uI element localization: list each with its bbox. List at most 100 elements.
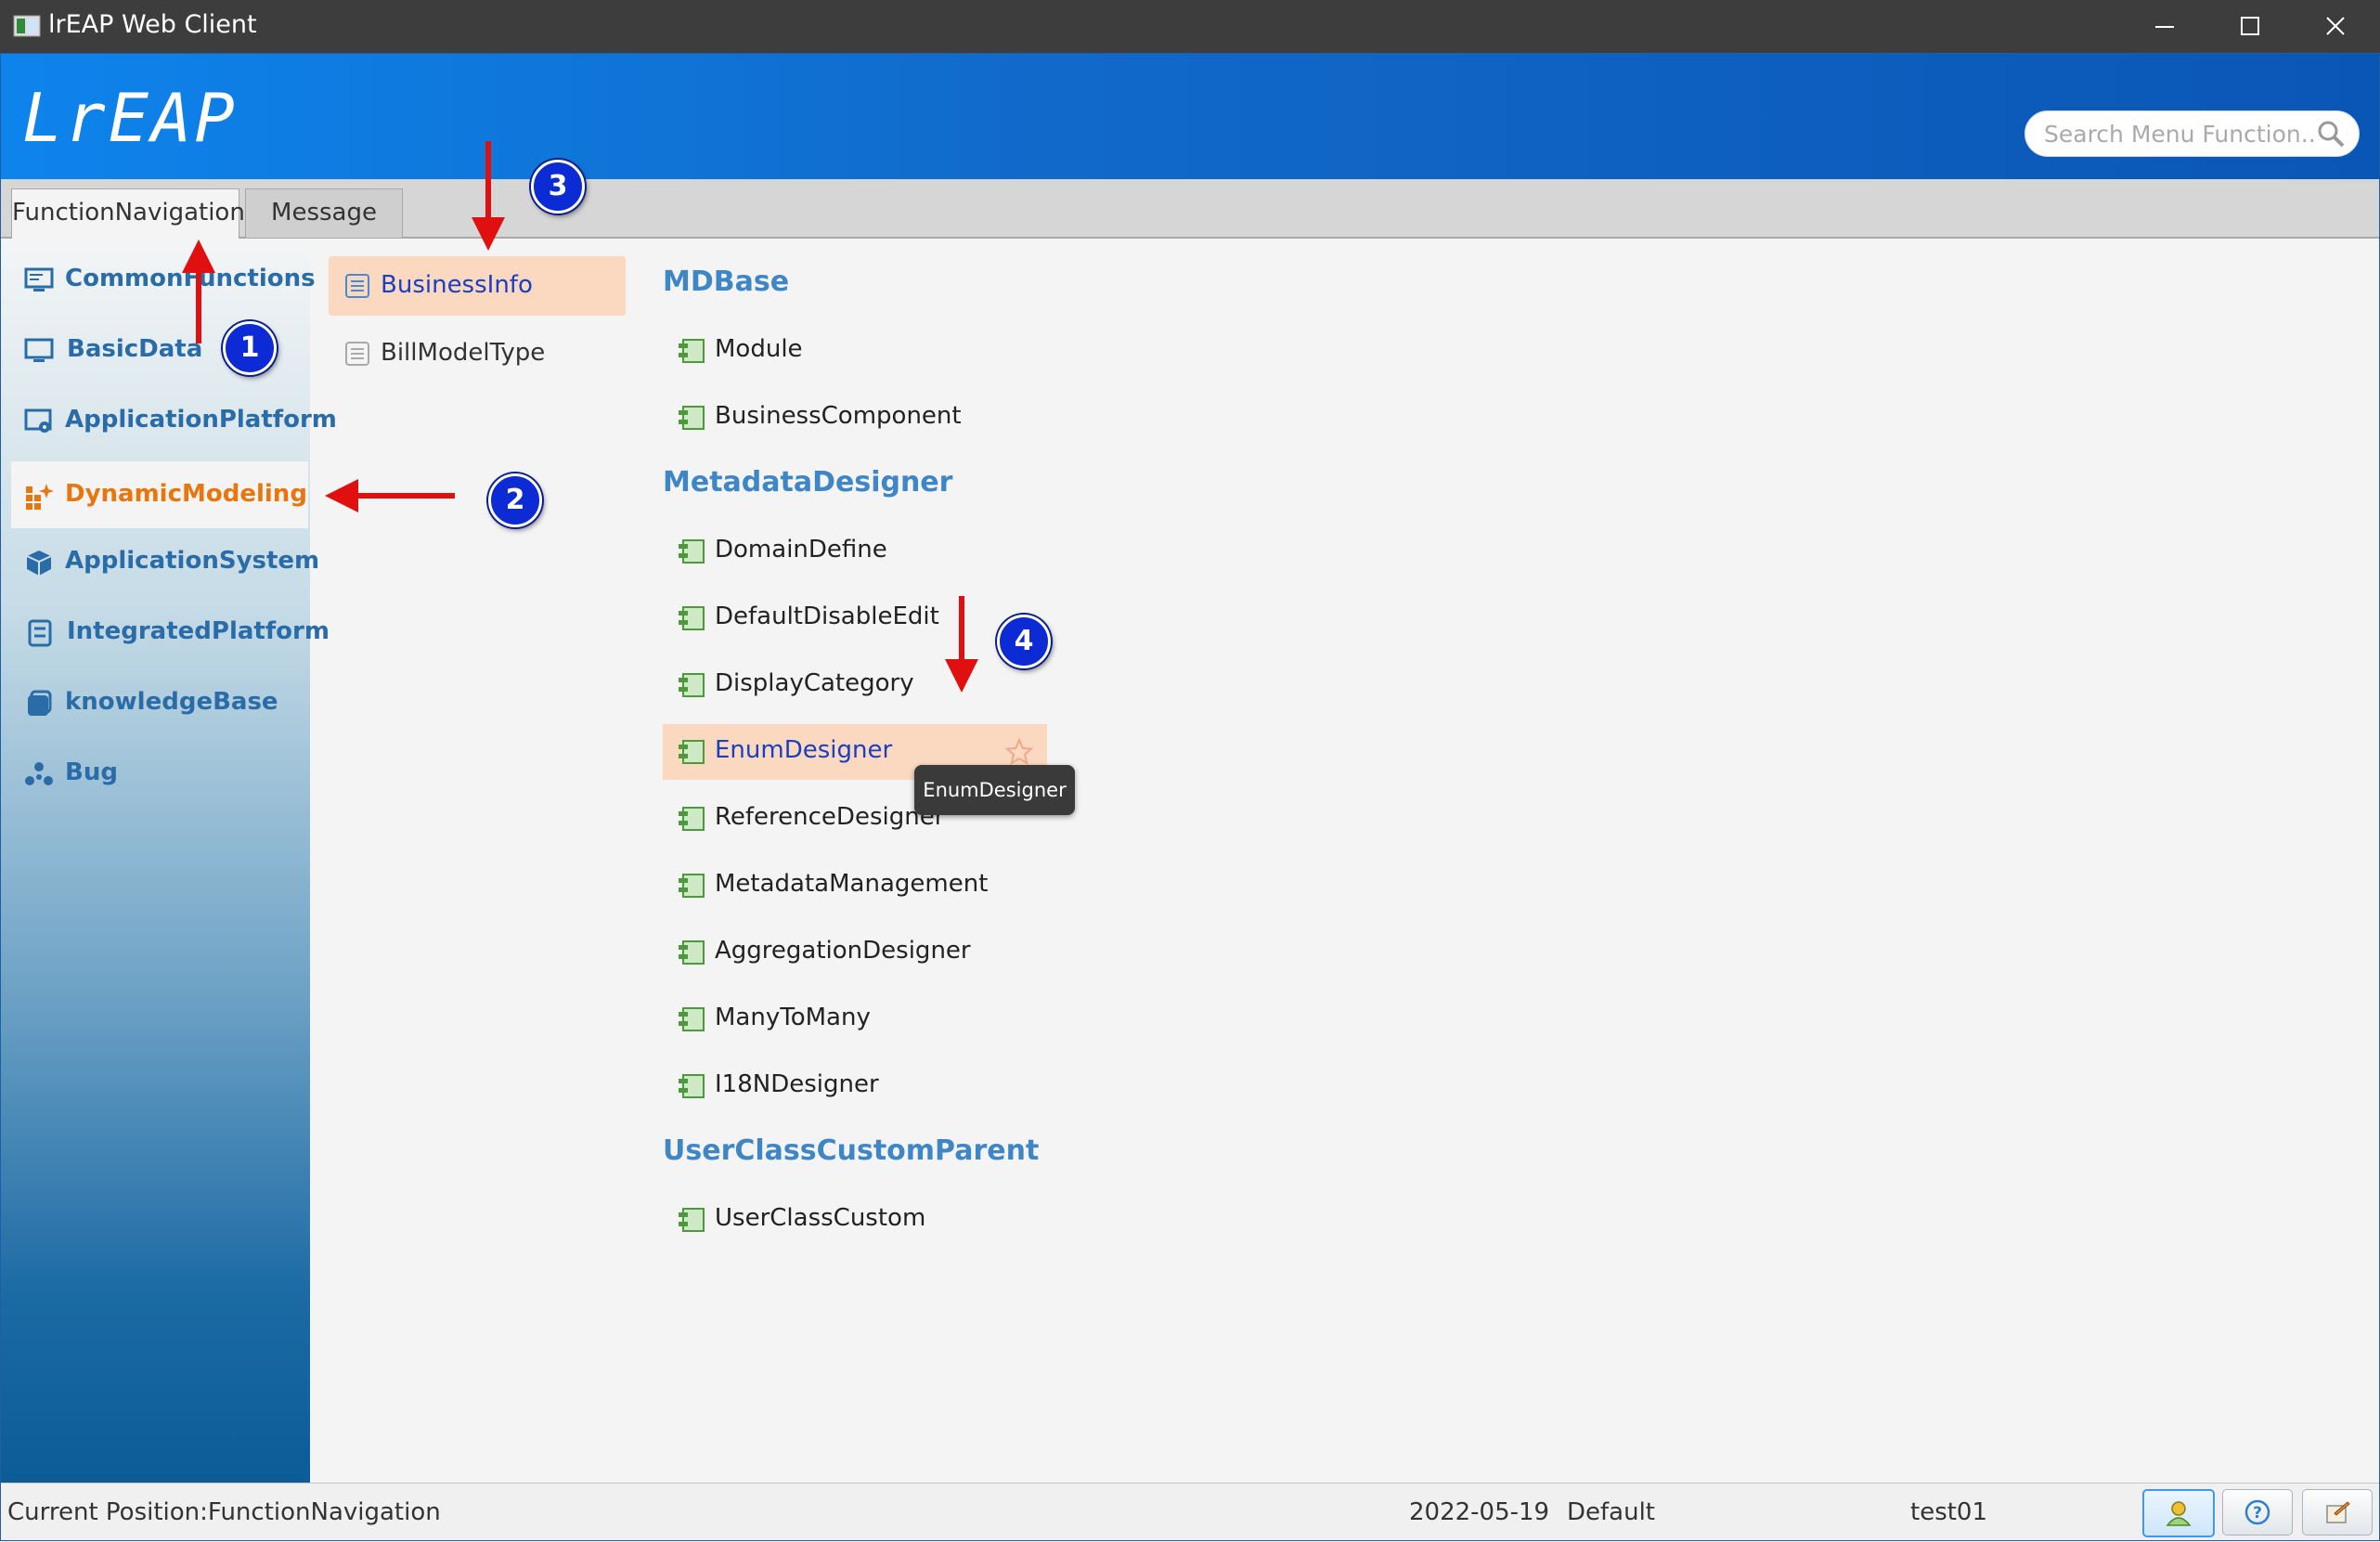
sidebar-item-common-functions[interactable]: CommonFunctions	[11, 246, 316, 313]
notes-icon	[2326, 1501, 2350, 1523]
tab-function-navigation[interactable]: FunctionNavigation	[11, 188, 245, 240]
component-icon	[679, 874, 705, 898]
submenu-item-label: BusinessInfo	[381, 271, 533, 299]
submenu-item-business-info[interactable]: BusinessInfo	[329, 256, 626, 316]
function-item-domain-define[interactable]: DomainDefine	[663, 524, 1047, 579]
svg-text:?: ?	[2253, 1504, 2262, 1523]
function-item-label: BusinessComponent	[715, 402, 962, 430]
sidebar-item-label: BasicData	[67, 335, 203, 363]
sidebar-item-label: ApplicationPlatform	[65, 406, 337, 434]
title-bar: lrEAP Web Client	[0, 0, 2380, 53]
component-icon	[679, 1208, 705, 1232]
sidebar-item-dynamic-modeling[interactable]: DynamicModeling	[11, 461, 308, 528]
current-position: Current Position:FunctionNavigation	[7, 1498, 441, 1526]
sidebar: CommonFunctions BasicData ApplicationPla…	[0, 239, 337, 1483]
book-icon	[28, 690, 52, 716]
sidebar-item-label: IntegratedPlatform	[67, 617, 330, 645]
function-item-default-disable-edit[interactable]: DefaultDisableEdit	[663, 590, 1047, 646]
bug-icon	[25, 762, 53, 785]
function-item-label: I18NDesigner	[715, 1070, 879, 1098]
function-item-many-to-many[interactable]: ManyToMany	[663, 991, 1047, 1047]
group-heading-user-class-custom-parent: UserClassCustomParent	[663, 1134, 1040, 1167]
function-item-label: DisplayCategory	[715, 669, 914, 697]
minimize-button[interactable]	[2122, 0, 2207, 53]
component-icon	[679, 740, 705, 764]
close-icon	[2326, 17, 2345, 35]
component-icon	[679, 940, 705, 965]
help-icon: ?	[2244, 1499, 2270, 1525]
function-item-business-component[interactable]: BusinessComponent	[663, 390, 1047, 446]
platform-gear-icon	[24, 408, 52, 433]
tab-message[interactable]: Message	[245, 188, 403, 238]
sidebar-item-application-platform[interactable]: ApplicationPlatform	[11, 387, 337, 454]
sidebar-item-label: Bug	[65, 758, 118, 786]
user-button[interactable]	[2142, 1489, 2215, 1537]
function-item-label: ReferenceDesigner	[715, 803, 945, 831]
component-icon	[679, 606, 705, 630]
function-item-label: AggregationDesigner	[715, 937, 971, 965]
function-item-label: UserClassCustom	[715, 1204, 926, 1232]
group-heading-metadata-designer: MetadataDesigner	[663, 466, 953, 499]
annotation-badge-4: 4	[997, 615, 1051, 668]
grid-sparkle-icon	[26, 484, 54, 510]
search-box[interactable]	[2024, 110, 2360, 157]
sidebar-item-application-system[interactable]: ApplicationSystem	[11, 528, 319, 595]
status-user: test01	[1910, 1498, 1988, 1526]
component-icon	[679, 539, 705, 564]
main-tabs: FunctionNavigation Message	[0, 179, 2380, 240]
function-item-aggregation-designer[interactable]: AggregationDesigner	[663, 925, 1047, 980]
search-icon[interactable]	[2317, 120, 2345, 148]
status-bar: Current Position:FunctionNavigation 2022…	[0, 1483, 2380, 1542]
submenu-item-bill-model-type[interactable]: BillModelType	[329, 324, 626, 383]
favorite-star-icon[interactable]	[1004, 737, 1034, 767]
sidebar-item-label: ApplicationSystem	[65, 547, 320, 575]
component-icon	[679, 406, 705, 430]
annotation-badge-1: 1	[223, 321, 277, 375]
maximize-icon	[2241, 17, 2259, 35]
window-title: lrEAP Web Client	[48, 10, 257, 39]
status-mode: Default	[1567, 1498, 1655, 1526]
app-window: lrEAP Web Client LrEAP FunctionNavigatio…	[0, 0, 2380, 1542]
sidebar-item-label: DynamicModeling	[65, 480, 307, 508]
component-icon	[679, 807, 705, 831]
user-icon	[2166, 1501, 2192, 1526]
app-icon	[13, 15, 41, 37]
function-item-label: DefaultDisableEdit	[715, 603, 939, 630]
tooltip: EnumDesigner	[914, 765, 1075, 815]
function-item-i18n-designer[interactable]: I18NDesigner	[663, 1058, 1047, 1114]
function-item-label: MetadataManagement	[715, 870, 989, 898]
function-item-metadata-management[interactable]: MetadataManagement	[663, 858, 1047, 914]
function-item-display-category[interactable]: DisplayCategory	[663, 657, 1047, 713]
sidebar-item-label: knowledgeBase	[65, 688, 278, 716]
component-icon	[679, 339, 705, 363]
app-logo: LrEAP	[22, 79, 238, 157]
status-date: 2022-05-19	[1409, 1498, 1550, 1526]
sidebar-item-integrated-platform[interactable]: IntegratedPlatform	[11, 599, 330, 666]
function-item-label: EnumDesigner	[715, 736, 893, 764]
minimize-icon	[2155, 26, 2174, 28]
header-banner: LrEAP	[0, 53, 2380, 179]
monitor-icon	[24, 338, 54, 362]
search-input[interactable]	[2042, 119, 2315, 149]
group-heading-mdbase: MDBase	[663, 266, 790, 298]
notes-button[interactable]	[2302, 1489, 2373, 1536]
sidebar-item-bug[interactable]: Bug	[11, 740, 308, 807]
submenu-item-label: BillModelType	[381, 339, 546, 367]
sidebar-item-label: CommonFunctions	[65, 265, 316, 292]
component-icon	[679, 673, 705, 697]
close-button[interactable]	[2293, 0, 2378, 53]
list-icon	[345, 274, 369, 298]
function-item-label: ManyToMany	[715, 1004, 871, 1031]
component-icon	[679, 1007, 705, 1031]
sidebar-item-knowledge-base[interactable]: knowledgeBase	[11, 669, 308, 736]
function-item-label: Module	[715, 335, 803, 363]
function-item-user-class-custom[interactable]: UserClassCustom	[663, 1192, 1047, 1248]
function-item-module[interactable]: Module	[663, 323, 1047, 379]
annotation-badge-3: 3	[531, 160, 585, 214]
list-icon	[345, 342, 369, 366]
annotation-badge-2: 2	[488, 473, 542, 527]
maximize-button[interactable]	[2207, 0, 2293, 53]
server-icon	[28, 619, 52, 647]
help-button[interactable]: ?	[2222, 1489, 2293, 1536]
component-icon	[679, 1074, 705, 1098]
